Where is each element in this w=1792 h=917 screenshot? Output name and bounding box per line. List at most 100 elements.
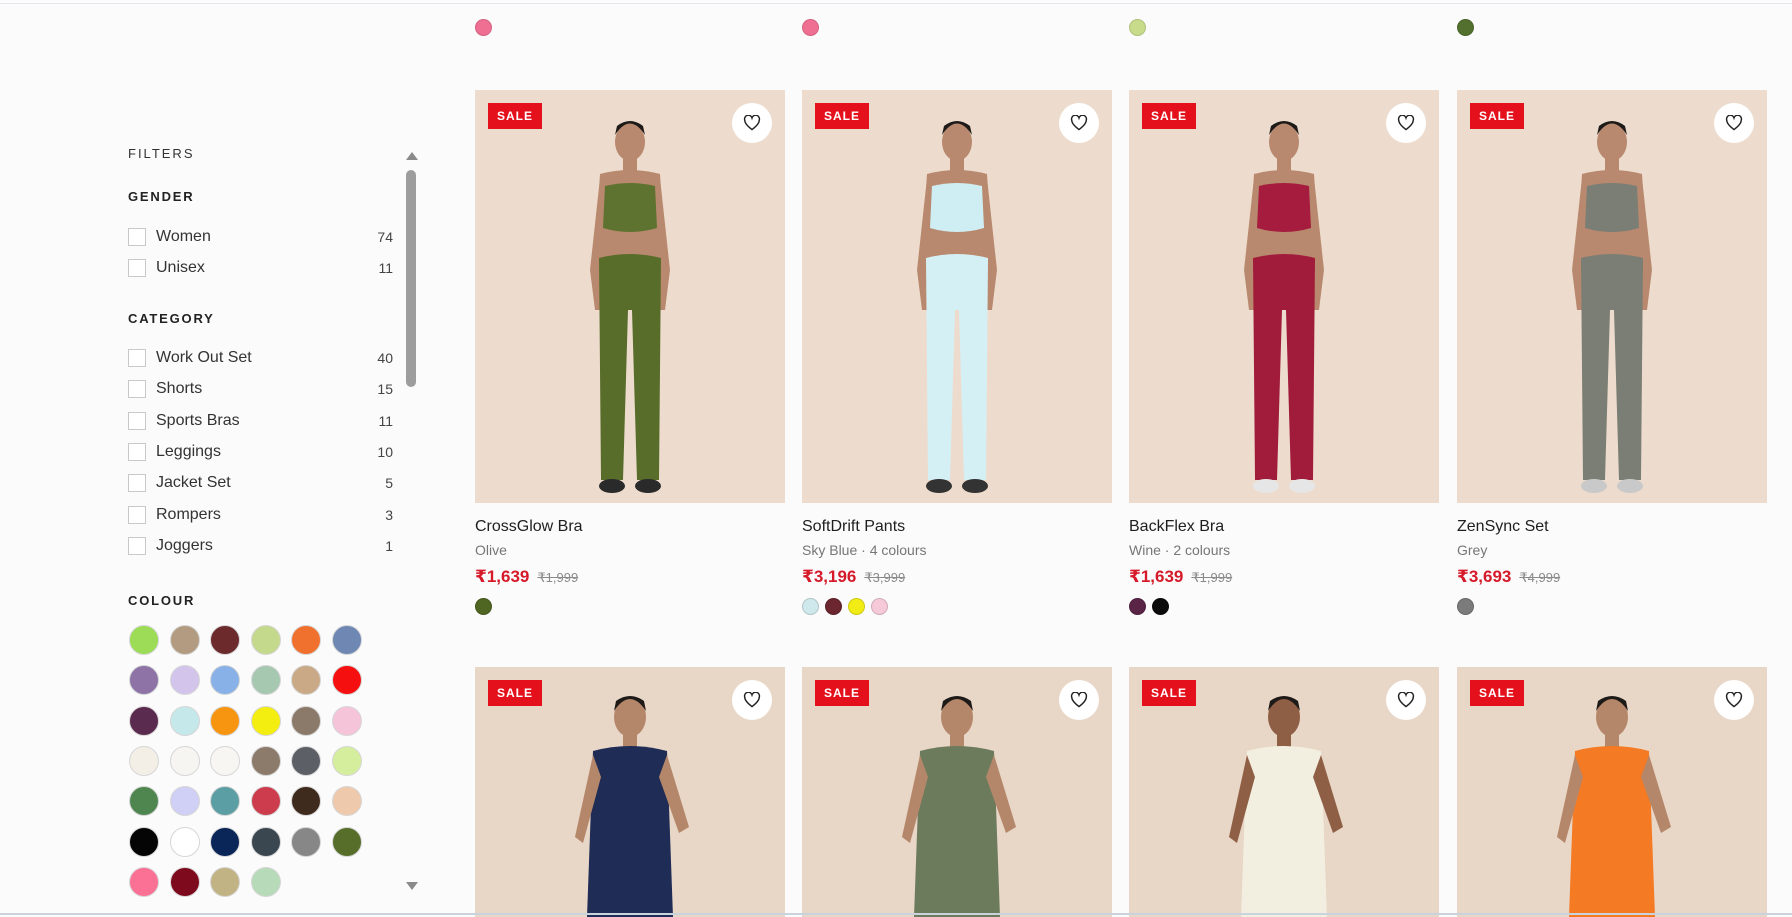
colour-swatch[interactable] <box>129 786 159 817</box>
colour-swatch[interactable] <box>291 786 321 817</box>
product-image[interactable]: SALE <box>802 667 1112 917</box>
colour-swatch[interactable] <box>210 745 240 776</box>
colour-dot[interactable] <box>1152 598 1169 615</box>
colour-swatch[interactable] <box>129 745 159 776</box>
colour-dot[interactable] <box>475 598 492 615</box>
product-image[interactable]: SALE <box>475 667 785 917</box>
filter-option-unisex[interactable]: Unisex 11 <box>128 257 393 279</box>
wishlist-heart-icon[interactable] <box>732 680 772 720</box>
wishlist-heart-icon[interactable] <box>1386 103 1426 143</box>
colour-swatch[interactable] <box>210 665 240 696</box>
colour-swatch[interactable] <box>250 826 281 857</box>
colour-swatch[interactable] <box>169 665 200 696</box>
colour-swatch[interactable] <box>169 705 200 736</box>
product-card[interactable]: SALE <box>802 667 1112 917</box>
product-image[interactable]: SALE <box>1129 90 1439 503</box>
colour-swatch[interactable] <box>210 625 240 655</box>
checkbox[interactable] <box>128 259 146 277</box>
colour-dot[interactable] <box>848 598 865 615</box>
colour-dot[interactable] <box>871 598 888 615</box>
colour-swatch[interactable] <box>250 665 281 696</box>
product-image[interactable]: SALE <box>1129 667 1439 917</box>
product-image[interactable]: SALE <box>1457 667 1767 917</box>
colour-swatch[interactable] <box>169 826 200 857</box>
filter-option-joggers[interactable]: Joggers 1 <box>128 535 393 557</box>
colour-swatch[interactable] <box>250 866 281 897</box>
wishlist-heart-icon[interactable] <box>1059 680 1099 720</box>
colour-swatch[interactable] <box>129 866 159 897</box>
product-card[interactable]: SALE <box>1457 667 1767 917</box>
colour-swatch[interactable] <box>331 665 362 696</box>
colour-swatch[interactable] <box>291 745 321 776</box>
colour-swatch[interactable] <box>331 625 362 655</box>
colour-dot[interactable] <box>1457 598 1474 615</box>
colour-swatch[interactable] <box>129 665 159 696</box>
colour-swatch[interactable] <box>169 745 200 776</box>
colour-swatch[interactable] <box>169 625 200 655</box>
checkbox[interactable] <box>128 442 146 461</box>
colour-dot[interactable] <box>1129 598 1146 615</box>
checkbox[interactable] <box>128 505 146 524</box>
product-card[interactable]: SALE <box>475 667 785 917</box>
colour-dot[interactable] <box>475 19 492 36</box>
colour-swatch[interactable] <box>291 665 321 696</box>
scroll-up-arrow[interactable] <box>406 152 418 160</box>
colour-swatch[interactable] <box>331 705 362 736</box>
colour-swatch[interactable] <box>169 786 200 817</box>
colour-swatch[interactable] <box>210 826 240 857</box>
wishlist-heart-icon[interactable] <box>732 103 772 143</box>
product-card[interactable]: SALE <box>1129 667 1439 917</box>
colour-swatch[interactable] <box>291 625 321 655</box>
product-image[interactable]: SALE <box>475 90 785 503</box>
colour-dot[interactable] <box>802 598 819 615</box>
checkbox[interactable] <box>128 474 146 493</box>
colour-swatch[interactable] <box>129 826 159 857</box>
product-card[interactable]: SALE ZenSync Set Grey ₹3,693 ₹4,999 <box>1457 90 1767 615</box>
filters-scrollbar-thumb[interactable] <box>406 170 416 387</box>
checkbox[interactable] <box>128 228 146 246</box>
colour-swatch[interactable] <box>250 625 281 655</box>
filter-option-leggings[interactable]: Leggings 10 <box>128 441 393 463</box>
colour-swatch[interactable] <box>250 705 281 736</box>
filter-option-women[interactable]: Women 74 <box>128 226 393 248</box>
product-name[interactable]: BackFlex Bra <box>1129 518 1439 536</box>
colour-swatch[interactable] <box>250 745 281 776</box>
wishlist-heart-icon[interactable] <box>1059 103 1099 143</box>
colour-swatch[interactable] <box>210 786 240 817</box>
filter-option-rompers[interactable]: Rompers 3 <box>128 504 393 526</box>
checkbox[interactable] <box>128 411 146 430</box>
colour-swatch[interactable] <box>169 866 200 897</box>
colour-dot[interactable] <box>1129 19 1146 36</box>
colour-dot[interactable] <box>802 19 819 36</box>
product-card[interactable]: SALE SoftDrift Pants Sky Blue · 4 colours ₹… <box>802 90 1112 615</box>
colour-dot[interactable] <box>1457 19 1474 36</box>
product-image[interactable]: SALE <box>802 90 1112 503</box>
filter-option-jacket-set[interactable]: Jacket Set 5 <box>128 472 393 494</box>
colour-swatch[interactable] <box>210 866 240 897</box>
colour-swatch[interactable] <box>331 826 362 857</box>
product-card[interactable]: SALE CrossGlow Bra Olive ₹1,639 ₹1,999 <box>475 90 785 615</box>
colour-swatch[interactable] <box>129 705 159 736</box>
scroll-down-arrow[interactable] <box>406 882 418 890</box>
product-name[interactable]: SoftDrift Pants <box>802 518 1112 536</box>
wishlist-heart-icon[interactable] <box>1714 103 1754 143</box>
colour-swatch[interactable] <box>291 826 321 857</box>
checkbox[interactable] <box>128 349 146 367</box>
colour-swatch[interactable] <box>129 625 159 655</box>
colour-swatch[interactable] <box>291 705 321 736</box>
filter-option-shorts[interactable]: Shorts 15 <box>128 378 393 400</box>
colour-swatch[interactable] <box>250 786 281 817</box>
colour-swatch[interactable] <box>210 705 240 736</box>
wishlist-heart-icon[interactable] <box>1386 680 1426 720</box>
checkbox[interactable] <box>128 536 146 555</box>
product-card[interactable]: SALE BackFlex Bra Wine · 2 colours ₹1,639 ₹1… <box>1129 90 1439 615</box>
product-image[interactable]: SALE <box>1457 90 1767 503</box>
product-name[interactable]: CrossGlow Bra <box>475 518 785 536</box>
colour-swatch[interactable] <box>331 745 362 776</box>
filter-option-work-out-set[interactable]: Work Out Set 40 <box>128 347 393 369</box>
checkbox[interactable] <box>128 380 146 399</box>
wishlist-heart-icon[interactable] <box>1714 680 1754 720</box>
product-name[interactable]: ZenSync Set <box>1457 518 1767 536</box>
colour-dot[interactable] <box>825 598 842 615</box>
colour-swatch[interactable] <box>331 786 362 817</box>
